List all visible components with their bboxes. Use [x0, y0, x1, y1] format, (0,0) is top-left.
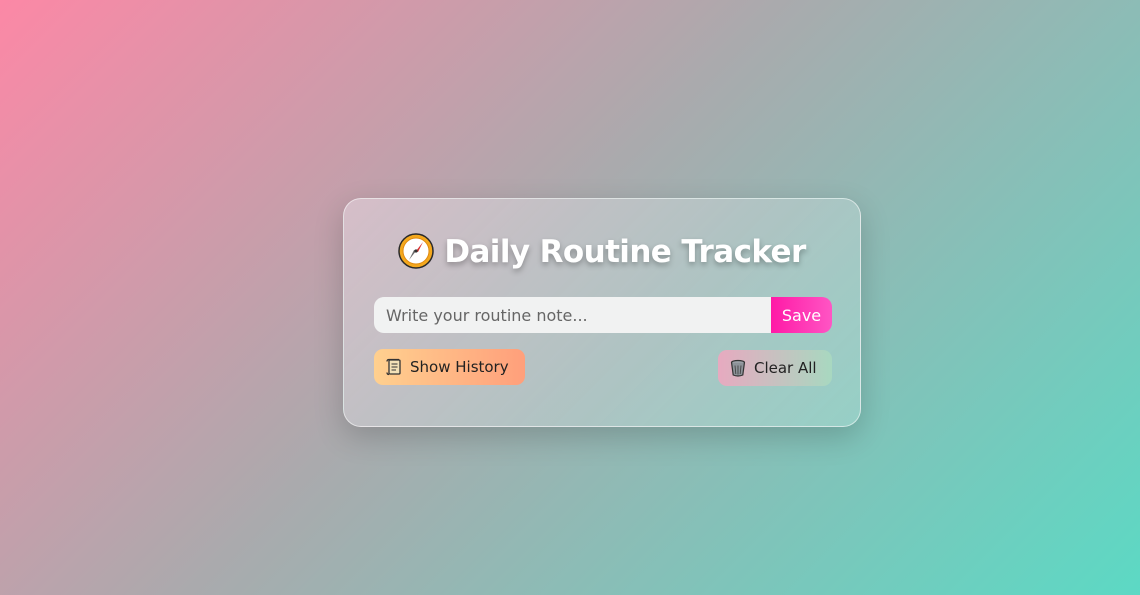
show-history-button[interactable]: Show History — [374, 349, 525, 385]
routine-note-input[interactable] — [374, 297, 771, 333]
save-button[interactable]: Save — [771, 297, 832, 333]
compass-icon — [398, 233, 435, 269]
clear-all-label: Clear All — [754, 359, 817, 377]
clear-all-button[interactable]: Clear All — [718, 350, 832, 386]
routine-card: Daily Routine Tracker Save Show History … — [343, 198, 861, 427]
title-text: Daily Routine Tracker — [444, 234, 806, 270]
page-title: Daily Routine Tracker — [344, 233, 860, 270]
wastebasket-icon — [730, 359, 746, 377]
scroll-icon — [386, 358, 401, 376]
note-form: Save — [374, 297, 832, 333]
show-history-label: Show History — [410, 358, 509, 376]
